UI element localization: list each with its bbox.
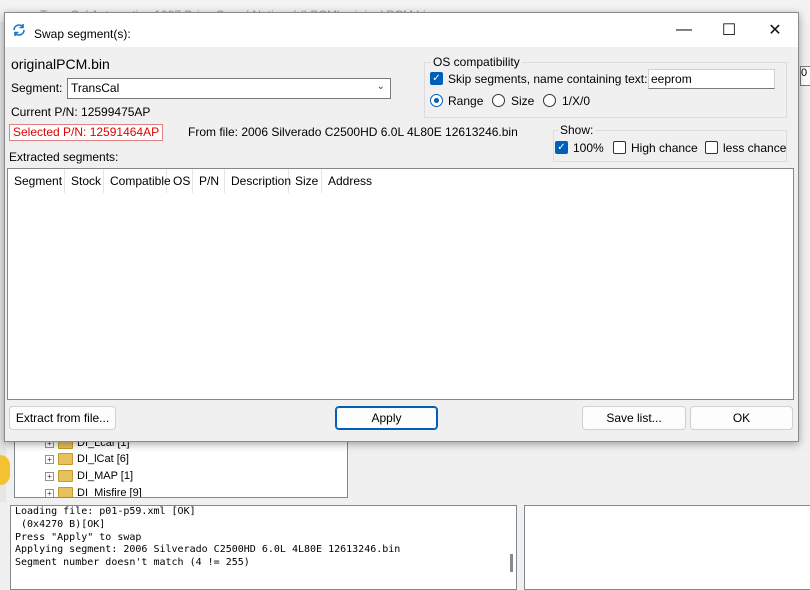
- tree-item-label: DI_Misfire [9]: [77, 487, 142, 498]
- dialog-title: Swap segment(s):: [34, 27, 131, 41]
- range-radio[interactable]: [430, 94, 443, 107]
- maximize-icon: ☐: [721, 22, 737, 39]
- log-line: (0x4270 B)[OK]: [15, 518, 106, 530]
- background-yellow-icon: [0, 455, 10, 485]
- tree-item[interactable]: + DI_MAP [1]: [45, 468, 133, 484]
- extract-from-file-button[interactable]: Extract from file...: [9, 406, 116, 430]
- expand-icon[interactable]: +: [45, 471, 54, 481]
- column-header-address[interactable]: Address: [322, 169, 376, 193]
- expand-icon[interactable]: +: [45, 454, 54, 464]
- extracted-segments-label: Extracted segments:: [9, 150, 119, 164]
- info-panel[interactable]: [524, 505, 810, 590]
- size-label: Size: [511, 94, 535, 108]
- column-header-segment[interactable]: Segment: [8, 169, 65, 193]
- checkmark-icon: ✓: [557, 142, 566, 153]
- swap-segments-dialog: Swap segment(s): — ☐ ✕ originalPCM.bin S…: [4, 12, 799, 442]
- log-line: Segment number doesn't match (4 != 255): [15, 557, 250, 569]
- ok-button[interactable]: OK: [690, 406, 793, 430]
- skip-segments-checkbox[interactable]: ✓: [430, 72, 443, 85]
- segment-tree[interactable]: + DI_Lcal [1] + DI_lCat [6] + DI_MAP [1]…: [14, 440, 348, 498]
- expand-icon[interactable]: +: [45, 488, 54, 497]
- show-100-label: 100%: [573, 141, 604, 155]
- source-filename: originalPCM.bin: [11, 56, 110, 72]
- os-compatibility-legend: OS compatibility: [431, 55, 522, 69]
- close-button[interactable]: ✕: [752, 13, 798, 47]
- 1x0-radio[interactable]: [543, 94, 556, 107]
- high-chance-label: High chance: [631, 141, 698, 155]
- checkmark-icon: ✓: [432, 73, 441, 84]
- swap-icon: [13, 24, 25, 36]
- show-legend: Show:: [558, 123, 596, 137]
- list-header: Segment Stock Compatible OS P/N Descript…: [8, 169, 376, 193]
- segment-label: Segment:: [11, 81, 63, 95]
- show-100-checkbox[interactable]: ✓: [555, 141, 568, 154]
- column-header-stock[interactable]: Stock: [65, 169, 104, 193]
- 1x0-label: 1/X/0: [562, 94, 591, 108]
- background-side-input[interactable]: 0: [800, 66, 810, 86]
- skip-segments-label: Skip segments, name containing text:: [448, 72, 648, 86]
- from-file-label: From file: 2006 Silverado C2500HD 6.0L 4…: [188, 125, 518, 139]
- high-chance-checkbox[interactable]: [613, 141, 626, 154]
- selected-pn: Selected P/N: 12591464AP: [9, 124, 164, 141]
- tree-item-label: DI_lCat [6]: [77, 453, 129, 465]
- skip-text-input[interactable]: eeprom: [648, 69, 775, 89]
- less-chance-label: less chance: [723, 141, 787, 155]
- chevron-down-icon: ⌄: [376, 81, 385, 92]
- folder-icon: [58, 453, 73, 465]
- less-chance-checkbox[interactable]: [705, 141, 718, 154]
- range-label: Range: [448, 94, 484, 108]
- apply-button[interactable]: Apply: [335, 406, 438, 430]
- log-line: Press "Apply" to swap: [15, 531, 142, 543]
- log-line: Applying segment: 2006 Silverado C2500HD…: [15, 544, 401, 556]
- tree-item-label: DI_MAP [1]: [77, 470, 134, 482]
- minimize-button[interactable]: —: [661, 13, 707, 47]
- segment-select[interactable]: TransCal ⌄: [67, 78, 391, 99]
- tree-item[interactable]: + DI_Misfire [9]: [45, 485, 142, 498]
- save-list-button[interactable]: Save list...: [582, 406, 686, 430]
- log-output[interactable]: Loading file: p01-p59.xml [OK] (0x4270 B…: [10, 505, 517, 590]
- close-icon: ✕: [768, 22, 782, 39]
- segments-list[interactable]: Segment Stock Compatible OS P/N Descript…: [7, 168, 794, 400]
- current-pn: Current P/N: 12599475AP: [11, 105, 151, 119]
- column-header-description[interactable]: Description: [225, 169, 291, 193]
- log-scrollbar[interactable]: [510, 554, 513, 572]
- segment-select-value: TransCal: [71, 81, 120, 95]
- column-header-compatible[interactable]: Compatible: [104, 169, 171, 193]
- size-radio[interactable]: [492, 94, 505, 107]
- column-header-size[interactable]: Size: [289, 169, 322, 193]
- minimize-icon: —: [676, 21, 692, 38]
- dialog-title-bar[interactable]: Swap segment(s): — ☐ ✕: [5, 13, 798, 47]
- tree-item[interactable]: + DI_lCat [6]: [45, 451, 129, 467]
- folder-icon: [58, 470, 73, 482]
- column-header-pn[interactable]: P/N: [193, 169, 225, 193]
- folder-icon: [58, 487, 73, 497]
- column-header-os[interactable]: OS: [167, 169, 193, 193]
- maximize-button[interactable]: ☐: [706, 13, 752, 47]
- log-line: Loading file: p01-p59.xml [OK]: [15, 506, 196, 517]
